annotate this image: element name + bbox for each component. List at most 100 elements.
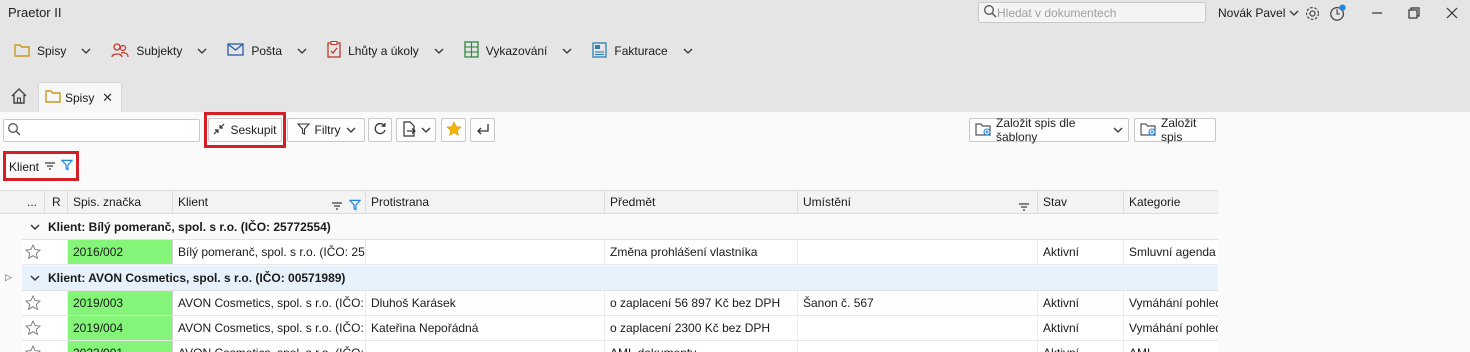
table-row[interactable]: 2019/004 AVON Cosmetics, spol. s r.o. (I…	[22, 316, 1218, 341]
clipboard-icon	[327, 40, 341, 61]
column-header-subject[interactable]: Předmět	[605, 191, 798, 214]
filters-button[interactable]: Filtry	[287, 118, 365, 142]
search-icon	[983, 4, 997, 21]
chevron-down-icon	[421, 123, 431, 137]
cell-location	[798, 316, 1038, 340]
app-title: Praetor II	[8, 5, 62, 20]
cell-category: Vymáhání pohledá	[1129, 321, 1218, 335]
enter-button[interactable]	[470, 118, 495, 142]
star-outline-icon[interactable]	[24, 294, 42, 314]
menu-fakturace[interactable]: Fakturace	[592, 41, 693, 61]
grid-search-input[interactable]	[21, 123, 191, 138]
people-icon	[111, 42, 129, 61]
cell-counterparty	[366, 341, 605, 352]
group-row[interactable]: Klient: Bílý pomeranč, spol. s r.o. (IČO…	[22, 215, 1218, 240]
close-tab-icon[interactable]: ✕	[102, 90, 113, 106]
cell-counterparty: Kateřina Nepořádná	[366, 316, 605, 340]
cell-status: Aktivní	[1038, 341, 1124, 352]
cell-mark: 2016/002	[68, 240, 173, 264]
column-header-category[interactable]: Kategorie	[1124, 191, 1218, 214]
row-indicator-icon: ▷	[5, 272, 12, 282]
search-icon	[7, 122, 21, 139]
export-button[interactable]	[396, 118, 436, 142]
menu-subjekty[interactable]: Subjekty	[111, 42, 207, 61]
home-icon[interactable]	[10, 87, 30, 107]
close-icon[interactable]	[1443, 4, 1461, 22]
document-search-box[interactable]	[978, 2, 1206, 23]
chevron-down-icon	[197, 44, 207, 58]
menu-vykazovani[interactable]: Vykazování	[464, 41, 573, 61]
notification-icon[interactable]	[1329, 4, 1347, 22]
column-header-mark[interactable]: Spis. značka	[68, 191, 173, 214]
menu-posta[interactable]: Pošta	[227, 43, 307, 59]
tab-spisy[interactable]: Spisy ✕	[38, 82, 122, 112]
column-header-r[interactable]: R	[45, 191, 68, 214]
filters-button-label: Filtry	[314, 123, 341, 137]
group-row[interactable]: Klient: AVON Cosmetics, spol. s r.o. (IČ…	[22, 266, 1218, 291]
document-search-input[interactable]	[997, 5, 1197, 20]
grid-header: ... R Spis. značka Klient Protistrana Př…	[0, 190, 1218, 214]
column-header-label: Klient	[178, 195, 209, 209]
chevron-down-icon	[346, 123, 356, 137]
cell-client: AVON Cosmetics, spol. s r.o. (IČO: 0	[173, 316, 366, 340]
column-header-location[interactable]: Umístění	[798, 191, 1038, 214]
chevron-down-icon	[683, 44, 693, 58]
cell-location: Šanon č. 567	[798, 291, 1038, 315]
column-header-status[interactable]: Stav	[1038, 191, 1124, 214]
star-outline-icon[interactable]	[24, 243, 42, 263]
new-folder-icon	[1140, 122, 1156, 139]
cell-status: Aktivní	[1038, 316, 1124, 340]
cell-subject: o zaplacení 56 897 Kč bez DPH	[605, 291, 798, 315]
menu-spisy[interactable]: Spisy	[14, 43, 91, 60]
chevron-down-icon[interactable]	[30, 271, 40, 285]
cell-subject: Změna prohlášení vlastníka	[605, 240, 798, 264]
cell-counterparty	[366, 240, 605, 264]
refresh-button[interactable]	[368, 118, 392, 142]
highlight-box	[204, 112, 286, 148]
cell-status: Aktivní	[1038, 291, 1124, 315]
menu-label: Pošta	[251, 44, 283, 58]
invoice-icon	[592, 41, 608, 61]
chevron-down-icon[interactable]	[30, 220, 40, 234]
grid-search-box[interactable]	[3, 119, 200, 142]
column-header-menu[interactable]: ...	[22, 191, 45, 214]
gear-icon[interactable]	[1303, 4, 1321, 22]
chevron-down-icon	[434, 44, 444, 58]
restore-icon[interactable]	[1405, 4, 1423, 22]
table-row[interactable]: 2019/003 AVON Cosmetics, spol. s r.o. (I…	[22, 291, 1218, 316]
document-tab-bar: Spisy ✕	[0, 82, 1470, 112]
export-document-icon	[402, 120, 416, 140]
menu-label: Subjekty	[136, 44, 183, 58]
minimize-icon[interactable]	[1368, 4, 1386, 22]
column-header-client[interactable]: Klient	[173, 191, 366, 214]
menu-label: Vykazování	[485, 44, 548, 58]
cell-counterparty: Dluhoš Karásek	[366, 291, 605, 315]
create-from-template-button[interactable]: Založit spis dle šablony	[969, 116, 1129, 144]
menu-label: Fakturace	[614, 44, 668, 58]
star-icon	[445, 120, 462, 140]
cell-category: Vymáhání pohledá	[1129, 296, 1218, 310]
filter-active-icon[interactable]	[348, 196, 362, 214]
new-folder-icon	[975, 122, 991, 139]
cell-location	[798, 240, 1038, 264]
cell-mark: 2023/001	[68, 341, 173, 352]
folder-icon	[14, 43, 30, 60]
funnel-icon	[296, 122, 310, 138]
cell-category: Smluvní agenda	[1129, 245, 1216, 259]
column-header-counterparty[interactable]: Protistrana	[366, 191, 605, 214]
cell-mark: 2019/003	[68, 291, 173, 315]
title-bar: Praetor II Novák Pavel	[0, 0, 1470, 28]
table-row[interactable]: 2016/002 Bílý pomeranč, spol. s r.o. (IČ…	[22, 240, 1218, 265]
chevron-down-icon	[562, 44, 572, 58]
sort-icon[interactable]	[1018, 197, 1030, 214]
user-menu[interactable]: Novák Pavel	[1218, 6, 1299, 20]
star-outline-icon[interactable]	[24, 319, 42, 339]
main-menu: Spisy Subjekty Pošta Lhůty a úkoly Vykaz…	[0, 36, 699, 66]
menu-lhuty-a-ukoly[interactable]: Lhůty a úkoly	[327, 40, 444, 61]
sort-icon[interactable]	[331, 196, 343, 214]
cell-client: Bílý pomeranč, spol. s r.o. (IČO: 2577	[173, 240, 366, 264]
favorite-button[interactable]	[441, 118, 466, 142]
create-spis-button[interactable]: Založit spis	[1134, 116, 1216, 144]
star-outline-icon[interactable]	[24, 344, 42, 352]
table-row[interactable]: 2023/001 AVON Cosmetics, spol. s r.o. (I…	[22, 341, 1218, 352]
